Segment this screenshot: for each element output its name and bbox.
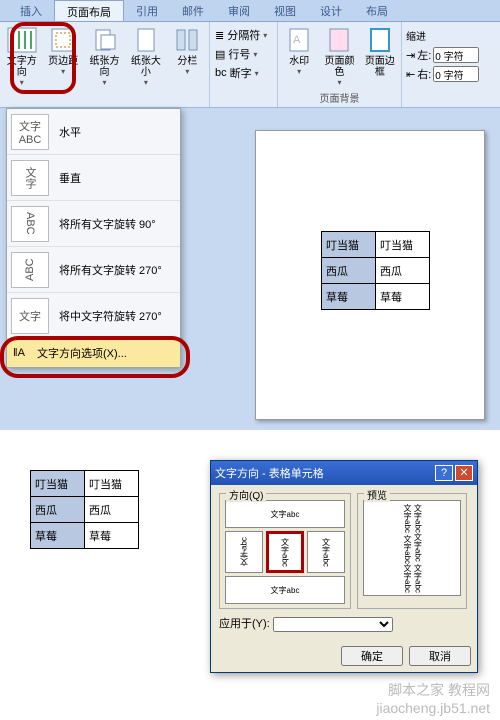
breaks-icon: ≣: [215, 29, 224, 42]
indent-right-icon: ⇤: [406, 68, 415, 81]
cell-r2c2[interactable]: 西瓜: [376, 258, 430, 284]
apply-to-row: 应用于(Y):: [219, 615, 469, 632]
thumb-rot270-icon: ABC: [11, 252, 49, 288]
margins-icon: [47, 26, 79, 54]
cell-r3c1[interactable]: 草莓: [322, 284, 376, 310]
orient-tb-selected[interactable]: 文字abc: [266, 531, 304, 573]
margins-button[interactable]: 页边距▾: [43, 24, 82, 78]
dialog-titlebar[interactable]: 文字方向 - 表格单元格 ? ✕: [211, 461, 477, 485]
linenum-icon: ▤: [215, 48, 225, 61]
preview-legend: 预览: [364, 487, 390, 502]
watermark-icon: A: [283, 26, 315, 54]
dd-rotate-270[interactable]: ABC将所有文字旋转 270°: [7, 247, 180, 293]
indent-left-input[interactable]: [433, 47, 479, 63]
dialog-help-button[interactable]: ?: [435, 465, 453, 481]
orientation-icon: [89, 26, 121, 54]
indent-right: ⇤右:: [406, 66, 494, 82]
page-color-button[interactable]: 页面颜色▾: [320, 24, 358, 89]
tab-design[interactable]: 设计: [308, 0, 354, 21]
tab-view[interactable]: 视图: [262, 0, 308, 21]
cell2-r2c2[interactable]: 西瓜: [85, 497, 139, 523]
apply-to-select[interactable]: [273, 617, 393, 632]
svg-text:A: A: [293, 34, 301, 46]
text-direction-dropdown: 文字ABC水平 文字垂直 ABC将所有文字旋转 90° ABC将所有文字旋转 2…: [6, 108, 181, 368]
columns-icon: [171, 26, 203, 54]
orient-horizontal[interactable]: 文字abc: [225, 500, 345, 528]
dd-cjk-270[interactable]: 文字将中文字符旋转 270°: [7, 293, 180, 339]
direction-fieldset: 方向(Q) 文字abc 文字abc 文字abc 文字abc 文字abc: [219, 493, 351, 609]
direction-legend: 方向(Q): [226, 487, 266, 502]
cancel-button[interactable]: 取消: [409, 646, 471, 666]
tab-mail[interactable]: 邮件: [170, 0, 216, 21]
cell2-r1c2[interactable]: 叮当猫: [85, 471, 139, 497]
watermark-text: 脚本之家 教程网 jiaocheng.jb51.net: [376, 680, 490, 716]
cell2-r3c2[interactable]: 草莓: [85, 523, 139, 549]
orient-bt[interactable]: 文字abc: [225, 531, 263, 573]
chevron-down-icon: ▾: [20, 78, 24, 87]
line-numbers-button[interactable]: ▤行号▾: [215, 46, 257, 62]
indent-right-input[interactable]: [433, 66, 479, 82]
dd-vertical[interactable]: 文字垂直: [7, 155, 180, 201]
hyphen-icon: bc: [215, 67, 227, 79]
page-border-icon: [364, 26, 396, 54]
options-icon: ‖A: [7, 347, 31, 359]
cell-r1c2[interactable]: 叮当猫: [376, 232, 430, 258]
preview-fieldset: 预览 文字abc文字abc 文字abc文字abc 文字abc文字abc: [357, 493, 467, 609]
doc-table-2[interactable]: 叮当猫叮当猫 西瓜西瓜 草莓草莓: [30, 470, 139, 549]
page-color-icon: [323, 26, 355, 54]
preview-box: 文字abc文字abc 文字abc文字abc 文字abc文字abc: [363, 500, 461, 596]
dialog-title: 文字方向 - 表格单元格: [215, 465, 324, 481]
page-border-button[interactable]: 页面边框: [361, 24, 399, 80]
dd-horizontal[interactable]: 文字ABC水平: [7, 109, 180, 155]
cell-r3c2[interactable]: 草莓: [376, 284, 430, 310]
document-page: 叮当猫叮当猫 西瓜西瓜 草莓草莓: [255, 130, 485, 420]
indent-left: ⇥左:: [406, 47, 494, 63]
ribbon-tabs: 插入 页面布局 引用 邮件 审阅 视图 设计 布局: [0, 0, 500, 22]
hyphen-button[interactable]: bc断字▾: [215, 65, 259, 81]
orientation-button[interactable]: 纸张方向▾: [85, 24, 124, 89]
cell2-r2c1[interactable]: 西瓜: [31, 497, 85, 523]
columns-button[interactable]: 分栏▾: [168, 24, 207, 78]
tab-references[interactable]: 引用: [124, 0, 170, 21]
size-button[interactable]: 纸张大小▾: [126, 24, 165, 89]
thumb-cjk270-icon: 文字: [11, 298, 49, 334]
ribbon: 文字方向 ▾ 页边距▾ 纸张方向▾ 纸张大小▾ 分栏▾: [0, 22, 500, 108]
breaks-button[interactable]: ≣分隔符▾: [215, 27, 267, 43]
cell-r2c1[interactable]: 西瓜: [322, 258, 376, 284]
dd-options[interactable]: ‖A文字方向选项(X)...: [7, 339, 180, 367]
tab-layout[interactable]: 布局: [354, 0, 400, 21]
indent-label: 缩进: [406, 28, 494, 43]
text-direction-button[interactable]: 文字方向 ▾: [2, 24, 41, 89]
thumb-rot90-icon: ABC: [11, 206, 49, 242]
indent-left-icon: ⇥: [406, 49, 415, 62]
orient-tb2[interactable]: 文字abc: [307, 531, 345, 573]
thumb-horizontal-icon: 文字ABC: [11, 114, 49, 150]
cell-r1c1[interactable]: 叮当猫: [322, 232, 376, 258]
text-direction-icon: [6, 26, 38, 54]
doc-table[interactable]: 叮当猫叮当猫 西瓜西瓜 草莓草莓: [321, 231, 430, 310]
orient-horizontal-2[interactable]: 文字abc: [225, 576, 345, 604]
tab-pagelayout[interactable]: 页面布局: [54, 0, 124, 21]
cell2-r3c1[interactable]: 草莓: [31, 523, 85, 549]
size-icon: [130, 26, 162, 54]
text-direction-dialog: 文字方向 - 表格单元格 ? ✕ 方向(Q) 文字abc 文字abc 文字abc…: [210, 460, 478, 673]
dd-rotate-90[interactable]: ABC将所有文字旋转 90°: [7, 201, 180, 247]
cell2-r1c1[interactable]: 叮当猫: [31, 471, 85, 497]
group-label-bg: 页面背景: [280, 89, 399, 106]
tab-review[interactable]: 审阅: [216, 0, 262, 21]
tab-insert[interactable]: 插入: [8, 0, 54, 21]
dialog-close-button[interactable]: ✕: [455, 465, 473, 481]
watermark-button[interactable]: A水印▾: [280, 24, 318, 78]
thumb-vertical-icon: 文字: [11, 160, 49, 196]
ok-button[interactable]: 确定: [341, 646, 403, 666]
